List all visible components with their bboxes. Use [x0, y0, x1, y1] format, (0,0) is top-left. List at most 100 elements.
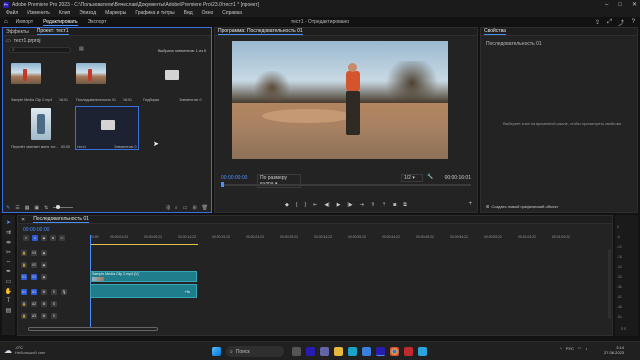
track-label[interactable]: A3 — [31, 312, 37, 319]
track-label[interactable]: V3 — [31, 249, 37, 256]
menu-clip[interactable]: Клип — [59, 10, 70, 16]
app-icon[interactable] — [404, 347, 413, 356]
tab-import[interactable]: Импорт — [16, 19, 33, 25]
program-title[interactable]: Программа: Последовательность 01 — [218, 28, 303, 35]
solo-button[interactable]: S — [51, 288, 57, 295]
audio-clip[interactable]: +fx — [90, 284, 197, 298]
mute-button[interactable]: M — [41, 312, 47, 319]
telegram-icon[interactable] — [418, 347, 427, 356]
track-label[interactable]: V1 — [31, 273, 37, 280]
chevron-up-icon[interactable]: ^ — [560, 346, 562, 351]
wifi-icon[interactable]: ◠ — [578, 346, 582, 351]
program-video-frame[interactable] — [232, 41, 448, 159]
taskbar-search[interactable]: ⌕ Поиск — [226, 346, 284, 357]
menu-sequence[interactable]: Эпизод — [79, 10, 96, 16]
clip-thumbnail[interactable] — [11, 63, 41, 84]
icon-view-icon[interactable]: ▦ — [25, 205, 30, 211]
home-icon[interactable]: ⌂ — [4, 19, 8, 25]
solo-button[interactable]: S — [51, 300, 57, 307]
pencil-icon[interactable]: ✎ — [6, 205, 10, 211]
delete-icon[interactable]: 🗑 — [202, 205, 208, 211]
hand-icon[interactable]: ✋ — [5, 288, 12, 295]
source-patch-a1[interactable]: A1 — [21, 288, 27, 295]
teams-icon[interactable] — [320, 347, 329, 356]
new-graphic-button[interactable]: ⊞ Создать новый графический объект — [486, 204, 558, 209]
export-frame-icon[interactable]: ◙ — [393, 202, 396, 208]
help-icon[interactable]: ? — [632, 19, 635, 25]
program-timecode[interactable]: 00:00:00:00 — [221, 175, 247, 181]
find-icon[interactable]: ⌕ — [175, 205, 178, 211]
step-back-icon[interactable]: ◀| — [324, 202, 329, 208]
menu-view[interactable]: Вид — [184, 10, 193, 16]
minimize-button[interactable]: – — [605, 2, 608, 8]
photo-thumbnail[interactable] — [31, 108, 51, 140]
lock-icon[interactable]: 🔒 — [21, 312, 27, 319]
type-icon[interactable]: T — [7, 298, 11, 304]
mark-out-icon[interactable]: } — [305, 202, 307, 208]
compare-icon[interactable]: ⧉ — [403, 202, 407, 208]
quality-dropdown[interactable]: 1/2 ▾ — [401, 174, 423, 182]
playhead-marker[interactable] — [221, 182, 224, 187]
selection-tool-icon[interactable]: ➤ — [6, 219, 11, 226]
step-forward-icon[interactable]: |▶ — [347, 202, 352, 208]
link-icon[interactable]: ∞ — [32, 235, 38, 241]
project-search-input[interactable]: ⌕ — [9, 47, 71, 53]
premiere-pinned-icon[interactable] — [376, 347, 385, 356]
explorer-icon[interactable] — [334, 347, 343, 356]
go-to-out-icon[interactable]: ⇥ — [360, 202, 364, 208]
timeline-title[interactable]: Последовательность 01 — [33, 216, 89, 223]
play-icon[interactable]: ▶ — [337, 202, 341, 208]
lock-icon[interactable]: 🔒 — [21, 261, 27, 268]
slip-icon[interactable]: ⇔ — [6, 259, 12, 265]
program-scrubber[interactable] — [221, 184, 471, 186]
bin-icon[interactable]: ▤ — [79, 46, 84, 52]
lift-icon[interactable]: ⇑ — [371, 202, 375, 208]
solo-button[interactable]: S — [51, 312, 57, 319]
pen-icon[interactable]: ✒ — [6, 268, 11, 275]
meter-solo-labels[interactable]: S S — [621, 327, 626, 331]
language-indicator[interactable]: РУС — [566, 346, 574, 351]
caption-icon[interactable]: ▤ — [6, 307, 12, 314]
menu-window[interactable]: Окно — [202, 10, 214, 16]
menu-help[interactable]: Справка — [222, 10, 242, 16]
zoom-slider[interactable] — [53, 205, 74, 209]
track-label[interactable]: A1 — [31, 288, 37, 295]
timeline-timecode[interactable]: 00:00:00:00 — [23, 227, 49, 233]
close-tab-icon[interactable]: ✕ — [21, 217, 25, 223]
mark-in-icon[interactable]: { — [296, 202, 298, 208]
store-icon[interactable] — [362, 347, 371, 356]
wrench-icon[interactable]: 🔧 — [427, 174, 433, 180]
edge-icon[interactable] — [348, 347, 357, 356]
lock-icon[interactable]: 🔒 — [21, 300, 27, 307]
timeline-vertical-scrollbar[interactable] — [608, 249, 611, 319]
razor-icon[interactable]: ✂ — [6, 249, 11, 256]
rectangle-icon[interactable]: ▭ — [6, 278, 12, 285]
extract-icon[interactable]: ⇡ — [382, 202, 386, 208]
eye-icon[interactable]: ◉ — [41, 249, 47, 256]
snap-icon[interactable]: ⊂ — [23, 235, 29, 241]
selected-bin-item[interactable] — [75, 106, 139, 150]
mute-button[interactable]: M — [41, 288, 47, 295]
premiere-taskbar-icon[interactable] — [306, 347, 315, 356]
freeform-view-icon[interactable]: ▣ — [34, 205, 39, 211]
mic-icon[interactable]: 🎙 — [61, 288, 67, 295]
task-view-icon[interactable] — [292, 347, 301, 356]
automate-icon[interactable]: ⇶ — [166, 205, 170, 211]
go-to-in-icon[interactable]: ⇤ — [313, 202, 317, 208]
track-label[interactable]: A2 — [31, 300, 37, 307]
properties-title[interactable]: Свойства — [484, 28, 506, 35]
tab-project[interactable]: Проект: тест1 — [36, 28, 69, 35]
clock[interactable]: 3:14 27.06.2023 — [604, 345, 624, 355]
menu-markers[interactable]: Маркеры — [105, 10, 126, 16]
track-select-icon[interactable]: ⇉ — [6, 229, 11, 236]
menu-graphics[interactable]: Графика и титры — [135, 10, 174, 16]
bin-folder-icon[interactable] — [165, 70, 179, 80]
marker-icon[interactable]: ◆ — [41, 235, 47, 241]
start-icon[interactable] — [212, 347, 221, 356]
video-clip[interactable]: Sample Media Clip 2.mp4 [V] — [90, 271, 197, 282]
timeline-ruler[interactable]: 00:00 00:00:04:23 00:00:09:23 00:00:14:2… — [90, 235, 610, 243]
menu-edit[interactable]: Изменить — [27, 10, 50, 16]
eye-icon[interactable]: ◉ — [41, 273, 47, 280]
share-icon[interactable]: ⤴ — [618, 18, 624, 27]
eye-icon[interactable]: ◉ — [41, 261, 47, 268]
